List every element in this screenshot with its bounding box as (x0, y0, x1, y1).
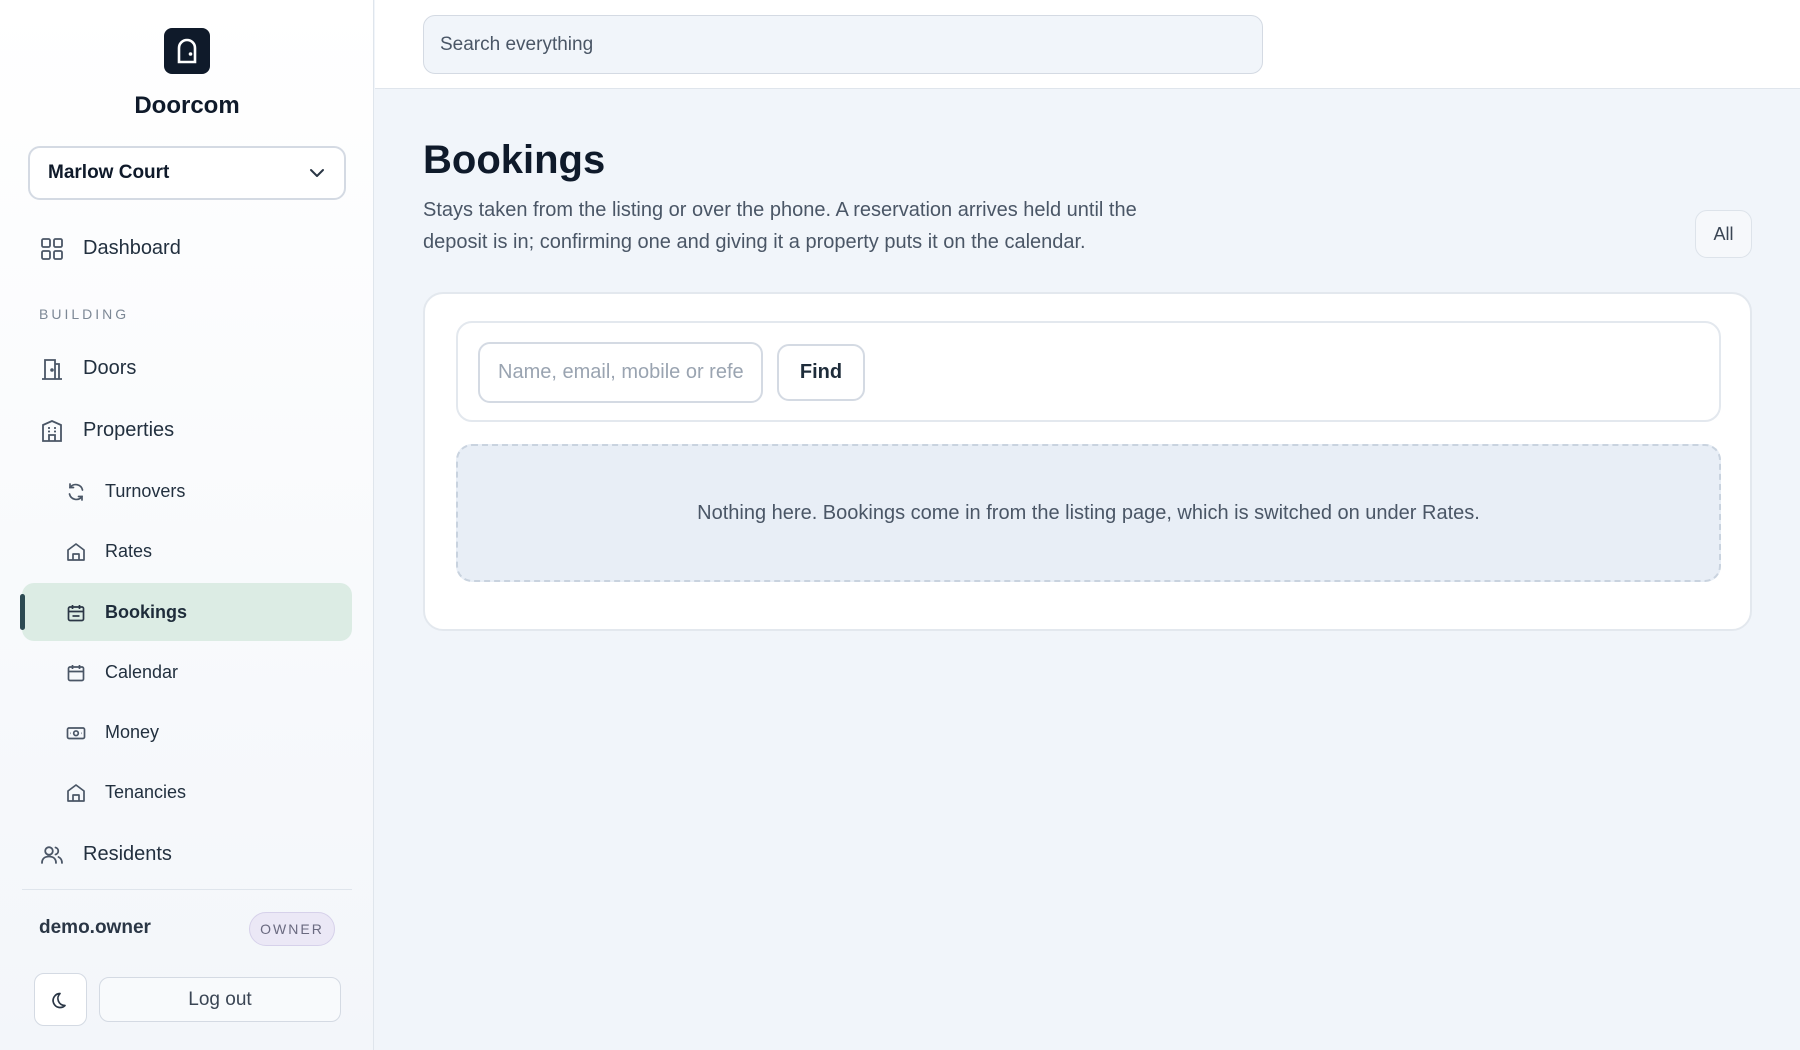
section-label-building: BUILDING (39, 306, 130, 322)
page-title: Bookings (423, 138, 606, 182)
theme-toggle-button[interactable] (34, 973, 87, 1026)
sidebar-item-doors[interactable]: Doors (22, 339, 352, 397)
users-icon (40, 843, 64, 867)
sidebar-item-residents[interactable]: Residents (22, 825, 352, 883)
door-icon (164, 28, 210, 74)
active-indicator (20, 594, 25, 630)
chevron-down-icon (308, 164, 326, 182)
filter-all-button[interactable]: All (1695, 210, 1752, 258)
sidebar-item-label: Money (105, 721, 160, 742)
sidebar-item-rates[interactable]: Rates (22, 522, 352, 580)
sidebar-item-turnovers[interactable]: Turnovers (22, 462, 352, 520)
global-search-input[interactable] (423, 15, 1263, 74)
brand-name: Doorcom (134, 92, 240, 119)
sidebar-item-label: Tenancies (105, 781, 187, 802)
refresh-icon (66, 482, 86, 502)
sidebar-item-label: Rates (105, 540, 153, 561)
empty-state-message: Nothing here. Bookings come in from the … (697, 501, 1480, 524)
sidebar-item-dashboard[interactable]: Dashboard (22, 219, 352, 277)
sidebar-item-calendar[interactable]: Calendar (22, 643, 352, 701)
banknote-icon (66, 723, 86, 743)
brand: Doorcom (0, 28, 374, 120)
house-icon (66, 783, 86, 803)
sidebar-item-label: Residents (83, 842, 172, 865)
bookings-card: Find Nothing here. Bookings come in from… (423, 292, 1752, 631)
sidebar-item-label: Calendar (105, 661, 179, 682)
user-name: demo.owner (39, 917, 151, 938)
sidebar-item-bookings[interactable]: Bookings (22, 583, 352, 641)
sidebar-item-label: Turnovers (105, 480, 186, 501)
sidebar-item-properties[interactable]: Properties (22, 401, 352, 459)
find-button[interactable]: Find (777, 344, 865, 401)
calendar-icon (66, 663, 86, 683)
grid-icon (40, 237, 64, 261)
sidebar-item-label: Bookings (105, 601, 188, 622)
sidebar-divider (22, 889, 352, 890)
sidebar-item-label: Doors (83, 356, 137, 379)
sidebar-item-label: Dashboard (83, 236, 181, 259)
page-description: Stays taken from the listing or over the… (423, 199, 1137, 253)
door-icon (40, 357, 64, 381)
booking-search-input[interactable] (478, 342, 763, 403)
role-badge: OWNER (249, 912, 335, 946)
site-selector[interactable]: Marlow Court (28, 146, 346, 200)
sidebar-item-label: Properties (83, 418, 175, 441)
sidebar-item-tenancies[interactable]: Tenancies (22, 763, 352, 821)
booking-search-panel: Find (456, 321, 1721, 422)
empty-state: Nothing here. Bookings come in from the … (456, 444, 1721, 582)
top-bar (375, 0, 1800, 89)
logout-button[interactable]: Log out (99, 977, 341, 1022)
building-icon (40, 419, 64, 443)
site-selector-value: Marlow Court (48, 162, 170, 183)
sidebar: Doorcom Marlow Court Dashboard BUILDING … (0, 0, 374, 1050)
sidebar-item-money[interactable]: Money (22, 703, 352, 761)
moon-icon (51, 990, 71, 1010)
house-icon (66, 542, 86, 562)
calendar-check-icon (66, 603, 86, 623)
